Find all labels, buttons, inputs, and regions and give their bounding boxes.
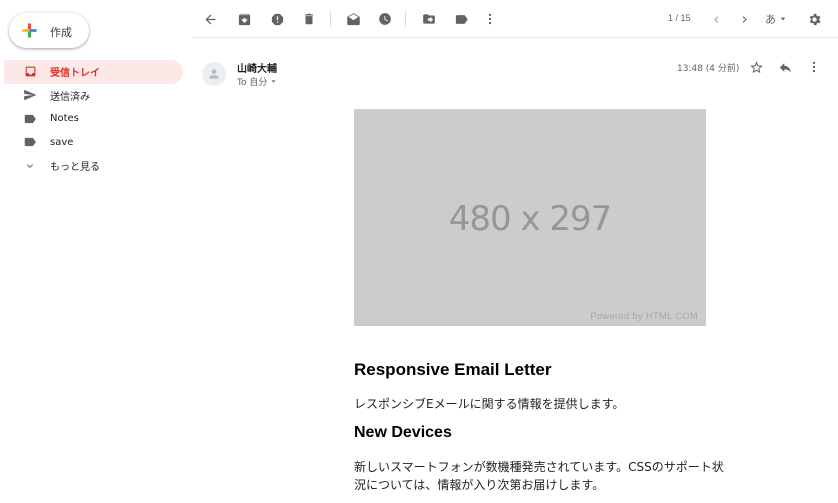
label-icon (455, 14, 468, 24)
delete-button[interactable] (299, 9, 319, 29)
toolbar: 1 / 15 あ (192, 0, 838, 38)
inbox-icon (22, 64, 38, 80)
back-arrow-icon (205, 14, 215, 24)
mail-open-icon (346, 12, 360, 25)
image-dimensions-text: 480 x 297 (448, 199, 613, 239)
chevron-right-icon (742, 15, 747, 23)
labels-button[interactable] (451, 9, 471, 29)
older-button[interactable] (734, 9, 754, 29)
pager-count: 1 / 15 (668, 13, 691, 23)
clock-icon (379, 13, 391, 25)
sidebar-item-sent[interactable]: 送信済み (0, 84, 192, 108)
reply-icon (779, 62, 791, 72)
toolbar-divider (330, 11, 331, 27)
sidebar-item-more[interactable]: もっと見る (0, 154, 192, 178)
email-paragraph-1: レスポンシブEメールに関する情報を提供します。 (354, 397, 625, 411)
recipient-label: To 自分 (237, 78, 268, 88)
sender-name[interactable]: 山崎大輔 (237, 60, 277, 75)
sidebar-item-label: Notes (50, 113, 79, 125)
message-more-button[interactable] (805, 58, 823, 76)
sidebar-item-save[interactable]: save (0, 131, 192, 155)
person-icon (209, 69, 219, 79)
report-spam-button[interactable] (267, 9, 287, 29)
caret-down-icon (780, 17, 786, 21)
move-to-button[interactable] (419, 9, 439, 29)
toolbar-divider (405, 11, 406, 27)
snooze-button[interactable] (375, 9, 395, 29)
chevron-down-icon (22, 158, 38, 174)
more-vert-icon (488, 13, 492, 25)
sidebar-item-label: 送信済み (50, 91, 90, 103)
compose-label: 作成 (50, 26, 72, 39)
caret-down-icon (271, 80, 276, 83)
back-button[interactable] (200, 9, 220, 29)
sidebar-item-label: もっと見る (50, 162, 100, 174)
compose-button[interactable]: 作成 (9, 13, 89, 48)
star-button[interactable] (747, 58, 765, 76)
report-icon (271, 13, 283, 25)
sidebar-item-label: save (50, 136, 74, 148)
input-language-label: あ (765, 14, 776, 26)
reply-button[interactable] (776, 58, 794, 76)
trash-icon (304, 13, 314, 25)
nav-list: 受信トレイ 送信済み Notes save もっと見る (0, 60, 192, 178)
placeholder-image: 480 x 297 Powered by HTML.COM (354, 109, 706, 326)
mark-unread-button[interactable] (343, 9, 363, 29)
sidebar-item-inbox[interactable]: 受信トレイ (4, 60, 183, 84)
input-tools-button[interactable]: あ (765, 11, 787, 27)
archive-icon (238, 13, 250, 25)
folder-move-icon (423, 14, 435, 24)
chevron-left-icon (713, 15, 718, 23)
settings-button[interactable] (804, 9, 824, 29)
more-options-button[interactable] (480, 9, 500, 29)
gear-icon (809, 13, 821, 25)
recipient-details[interactable]: To 自分 (237, 75, 277, 88)
sidebar: 作成 受信トレイ 送信済み Notes save もっと見る (0, 0, 192, 503)
more-vert-icon (812, 61, 816, 73)
star-outline-icon (749, 60, 763, 73)
send-icon (22, 87, 38, 103)
sidebar-item-notes[interactable]: Notes (0, 107, 192, 131)
email-heading-1: Responsive Email Letter (354, 360, 552, 379)
label-icon (22, 111, 38, 127)
image-powered-by-text: Powered by HTML.COM (590, 311, 698, 321)
archive-button[interactable] (234, 9, 254, 29)
avatar[interactable] (202, 62, 226, 86)
message-timestamp: 13:48 (4 分前) (677, 64, 740, 74)
email-heading-2: New Devices (354, 424, 452, 441)
newer-button[interactable] (706, 9, 726, 29)
email-paragraph-2: 新しいスマートフォンが数機種発売されています。CSSのサポート状況については、情… (354, 460, 724, 492)
sidebar-item-label: 受信トレイ (50, 68, 100, 80)
plus-icon (22, 23, 37, 38)
label-icon (22, 134, 38, 150)
